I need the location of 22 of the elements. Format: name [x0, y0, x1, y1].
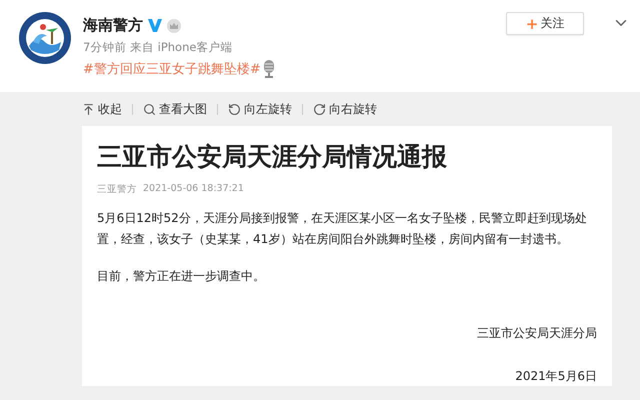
document-signature: 三亚市公安局天涯分局 [477, 325, 597, 342]
rotate-left-icon [228, 102, 241, 116]
follow-button[interactable]: +关注 [506, 12, 584, 35]
document-paragraph: 目前，警方正在进一步调查中。 [97, 268, 266, 285]
verified-v-icon [148, 19, 162, 32]
crown-icon [167, 18, 181, 32]
author-name[interactable]: 海南警方 [83, 16, 143, 35]
toolbar-button[interactable]: 向右旋转 [313, 100, 377, 118]
document-title: 三亚市公安局天涯分局情况通报 [97, 141, 448, 173]
document-date: 2021年5月6日 [515, 368, 597, 385]
microphone-icon [262, 60, 275, 78]
toolbar-button[interactable]: 收起 [82, 100, 122, 118]
toolbar-button[interactable]: 查看大图 [143, 100, 207, 118]
document-paragraph: 5月6日12时52分，天涯分局接到报警，在天涯区某小区一名女子坠楼，民警立即赶到现场处置，经查，该女子（史某某，41岁）站在房间阳台外跳舞时坠楼，房间内留有一封遗书。 [97, 210, 588, 248]
rotate-right-icon [313, 102, 326, 116]
document-source: 三亚警方 [97, 183, 137, 196]
search-icon [143, 102, 156, 116]
document-timestamp: 2021-05-06 18:37:21 [143, 183, 244, 196]
toolbar-button[interactable]: 向左旋转 [228, 100, 292, 118]
upload-arrow-icon [82, 102, 95, 116]
avatar-emblem-icon[interactable] [19, 12, 71, 64]
post-meta: 7分钟前 来自 iPhone客户端 [83, 40, 234, 55]
